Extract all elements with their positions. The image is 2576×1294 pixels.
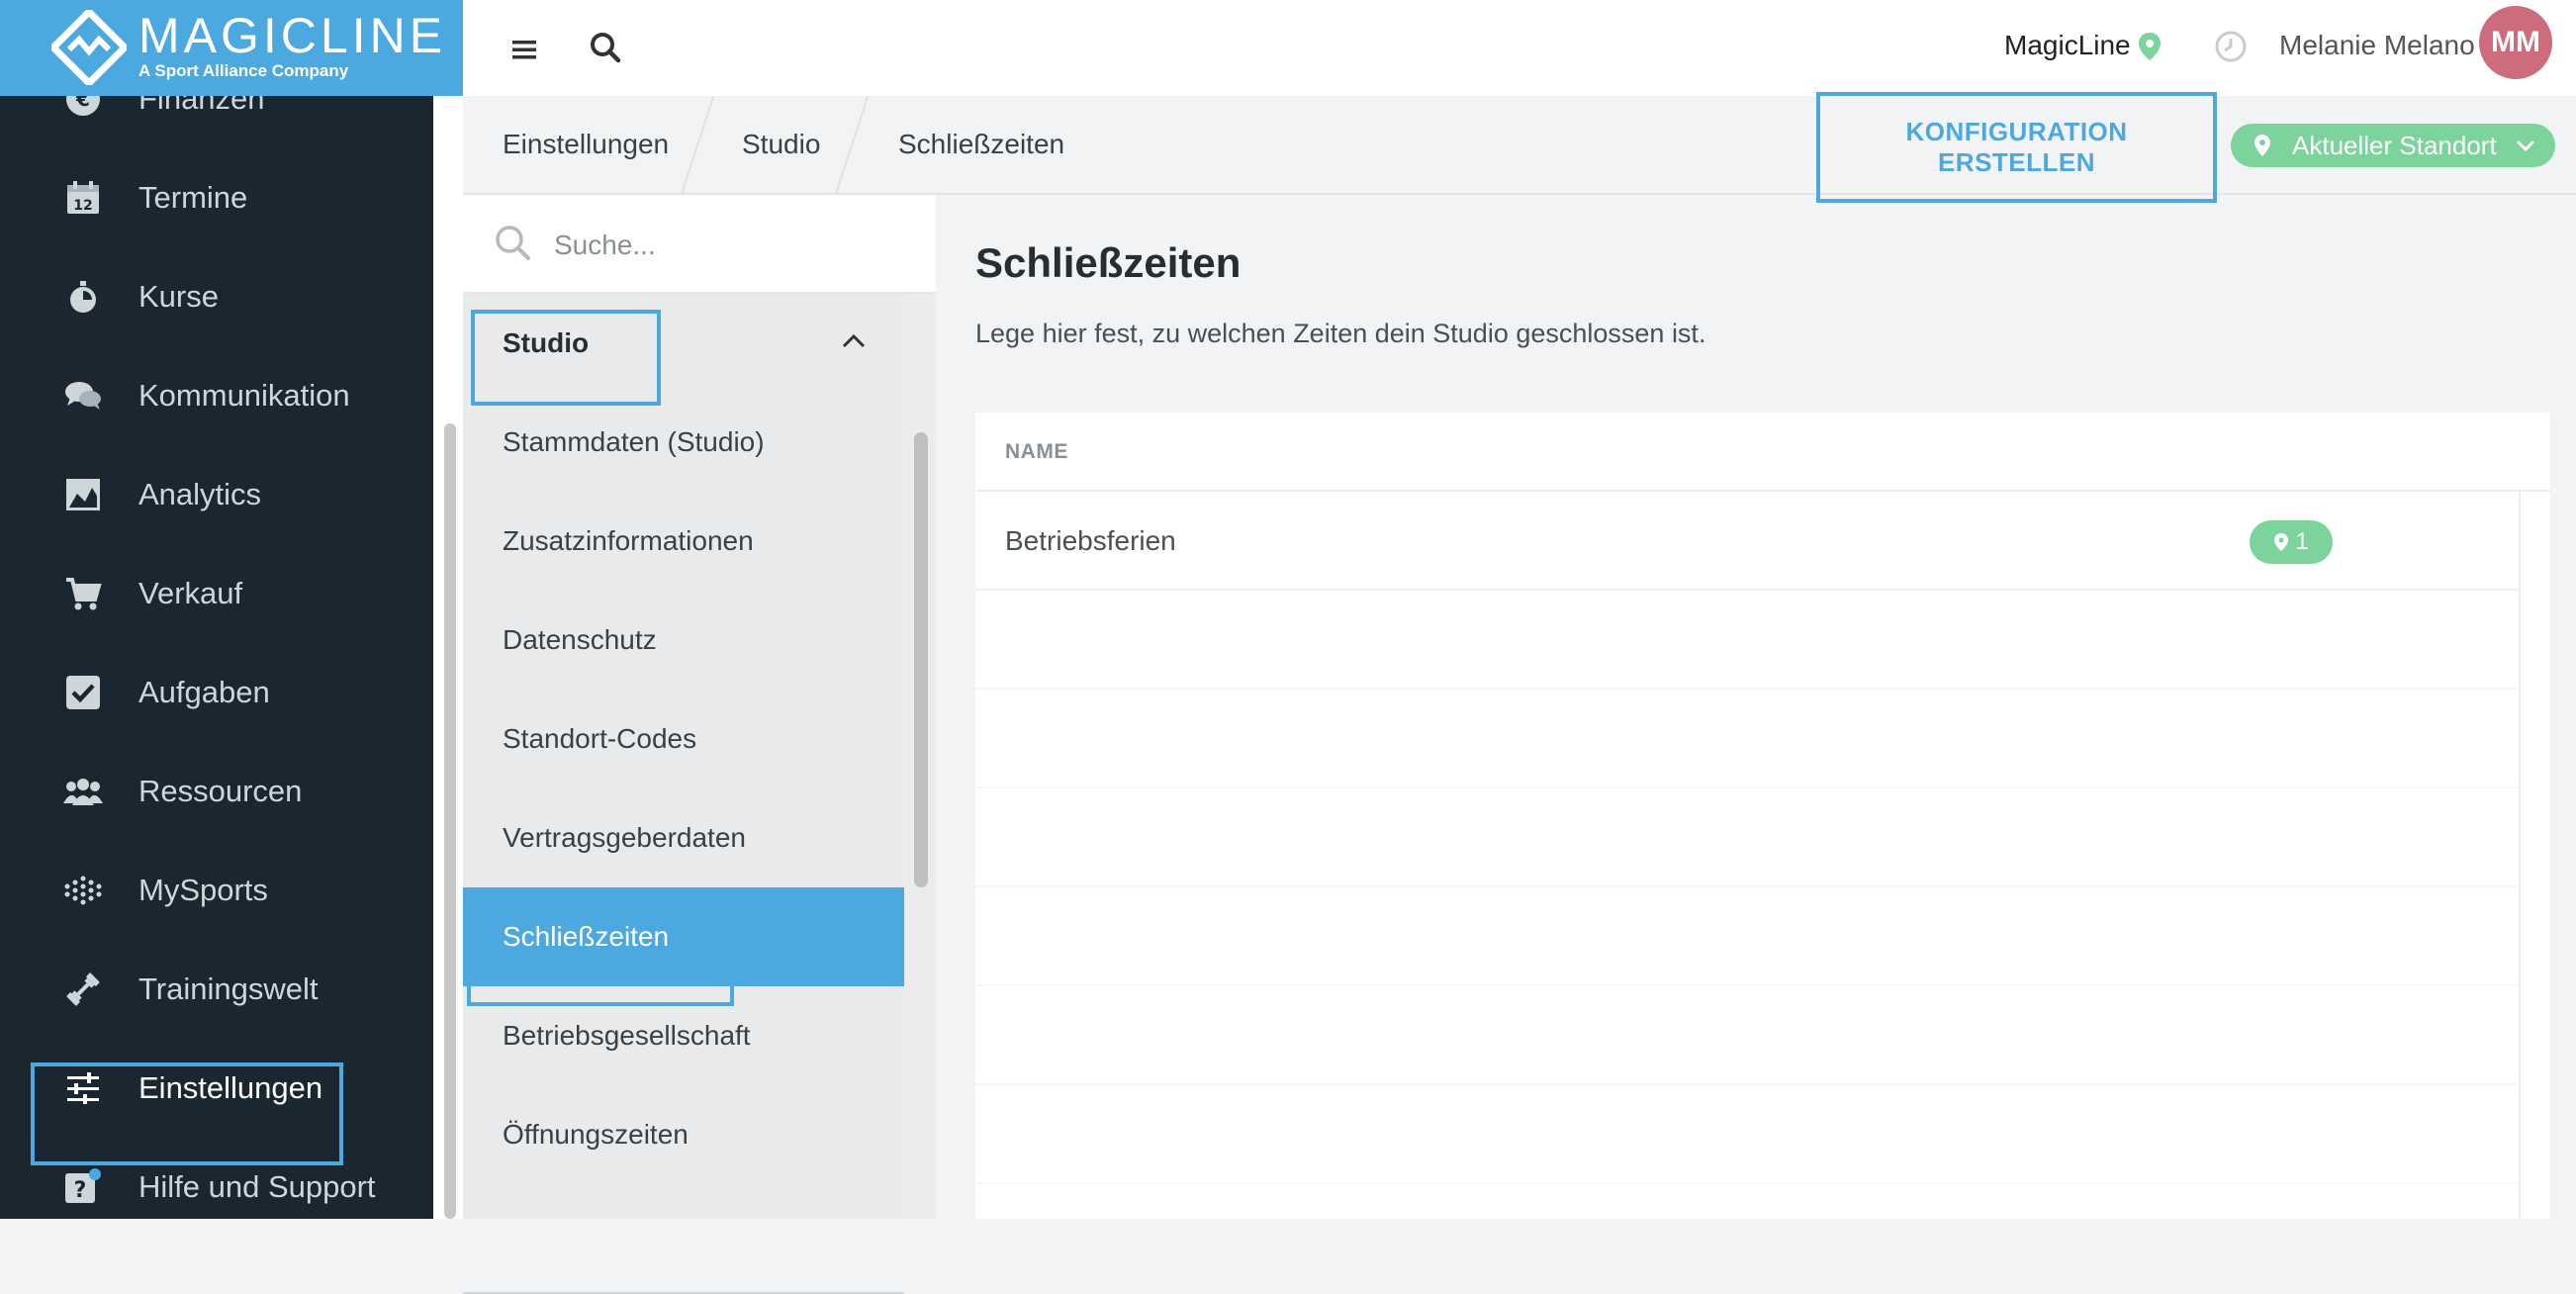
subnav-item-standort-codes[interactable]: Standort-Codes xyxy=(463,690,904,788)
chat-icon xyxy=(63,376,103,416)
chevron-down-icon xyxy=(2516,139,2534,152)
breadcrumb-item-current: Schließzeiten xyxy=(898,129,1065,159)
checkbox-icon xyxy=(63,673,103,712)
sidebar-item-mysports[interactable]: MySports xyxy=(0,841,433,940)
location-select-label: Aktueller Standort xyxy=(2292,130,2497,160)
brand-name: MAGICLINE xyxy=(138,8,447,63)
page-description: Lege hier fest, zu welchen Zeiten dein S… xyxy=(975,319,1706,348)
avatar[interactable]: MM xyxy=(2479,6,2552,79)
location-pin-icon xyxy=(2254,135,2270,156)
sidebar-item-label: Finanzen xyxy=(138,96,265,116)
svg-text:12: 12 xyxy=(73,198,92,214)
settings-subnav-list: Studio Stammdaten (Studio) Zusatzinforma… xyxy=(463,294,904,1294)
chart-image-icon xyxy=(63,475,103,514)
location-count-badge[interactable]: 1 xyxy=(2250,520,2333,564)
settings-search xyxy=(463,195,936,294)
sidebar-item-label: Ressourcen xyxy=(138,774,303,808)
empty-row xyxy=(975,887,2519,986)
euro-icon: € xyxy=(63,96,103,119)
empty-row xyxy=(975,788,2519,887)
location-count: 1 xyxy=(2295,528,2309,555)
calendar-icon: 12 xyxy=(63,178,103,218)
sidebar-scroll-thumb[interactable] xyxy=(444,423,456,1219)
sidebar-item-label: Hilfe und Support xyxy=(138,1169,376,1204)
hamburger-menu-icon[interactable] xyxy=(503,28,546,71)
sidebar-item-aufgaben[interactable]: Aufgaben xyxy=(0,643,433,742)
stopwatch-icon xyxy=(63,277,103,317)
closing-times-table: NAME Betriebsferien 1 xyxy=(975,413,2550,1219)
location-select[interactable]: Aktueller Standort xyxy=(2231,124,2555,167)
subnav-item-vertragsgeberdaten[interactable]: Vertragsgeberdaten xyxy=(463,788,904,887)
group-highlight-frame xyxy=(471,310,661,406)
breadcrumb-separator xyxy=(680,96,715,195)
location-pin-icon xyxy=(2139,33,2161,60)
sidebar-item-kommunikation[interactable]: Kommunikation xyxy=(0,346,433,445)
sidebar-item-label: Termine xyxy=(138,180,248,215)
sidebar-item-label: Kurse xyxy=(138,279,219,314)
sidebar-item-ressourcen[interactable]: Ressourcen xyxy=(0,742,433,841)
settings-search-input[interactable] xyxy=(552,223,912,268)
brand-header[interactable]: MAGICLINE A Sport Alliance Company xyxy=(0,0,463,96)
current-studio-name[interactable]: MagicLine xyxy=(2004,30,2131,61)
create-configuration-button[interactable]: KONFIGURATION ERSTELLEN xyxy=(1816,92,2217,203)
sidebar-item-label: Analytics xyxy=(138,477,262,511)
help-icon: ? xyxy=(63,1167,103,1207)
sidebar-item-trainingswelt[interactable]: Trainingswelt xyxy=(0,940,433,1039)
sidebar-item-termine[interactable]: 12 Termine xyxy=(0,148,433,247)
subnav-item-datenschutz[interactable]: Datenschutz xyxy=(463,591,904,690)
sidebar-item-analytics[interactable]: Analytics xyxy=(0,445,433,544)
magicline-logo-icon xyxy=(51,10,127,85)
sidebar-item-verkauf[interactable]: Verkauf xyxy=(0,544,433,643)
table-header: NAME xyxy=(975,413,2550,492)
selected-item-highlight-frame xyxy=(467,887,734,1006)
empty-row xyxy=(975,690,2519,788)
dots-grid-icon xyxy=(63,871,103,910)
empty-row xyxy=(975,591,2519,690)
sidebar-item-label: MySports xyxy=(138,873,268,907)
breadcrumb-separator xyxy=(834,96,870,195)
breadcrumb-item-studio[interactable]: Studio xyxy=(742,129,820,160)
breadcrumb-item-einstellungen[interactable]: Einstellungen xyxy=(503,129,669,160)
table-row[interactable]: Betriebsferien 1 xyxy=(975,492,2519,591)
column-header-name[interactable]: NAME xyxy=(1005,440,1068,464)
sidebar-item-label: Aufgaben xyxy=(138,675,270,709)
sidebar-item-label: Trainingswelt xyxy=(138,971,319,1006)
subnav-scroll-thumb[interactable] xyxy=(914,432,928,887)
clock-icon[interactable] xyxy=(2214,30,2248,63)
dumbbell-icon xyxy=(63,970,103,1009)
subnav-item-stammdaten[interactable]: Stammdaten (Studio) xyxy=(463,393,904,492)
page-title: Schließzeiten xyxy=(975,239,1242,286)
top-bar: MagicLine Melanie Melano MM xyxy=(463,0,2576,96)
svg-text:€: € xyxy=(75,96,90,111)
user-name[interactable]: Melanie Melano xyxy=(2279,30,2475,61)
chevron-up-icon xyxy=(842,333,866,348)
active-item-highlight xyxy=(31,1063,343,1165)
subnav-item-oeffnungszeiten[interactable]: Öffnungszeiten xyxy=(463,1085,904,1184)
subnav-item-zusatzinformationen[interactable]: Zusatzinformationen xyxy=(463,492,904,591)
cart-icon xyxy=(63,574,103,613)
location-pin-icon xyxy=(2274,533,2289,551)
search-icon[interactable] xyxy=(584,26,627,69)
svg-text:?: ? xyxy=(74,1178,87,1203)
people-icon xyxy=(63,772,103,811)
table-scroll-edge xyxy=(2519,492,2521,1219)
search-icon xyxy=(496,226,530,260)
sidebar-item-finanzen[interactable]: € Finanzen xyxy=(0,96,433,148)
sidebar-item-label: Kommunikation xyxy=(138,378,350,413)
sidebar-item-label: Verkauf xyxy=(138,576,243,610)
brand-tagline: A Sport Alliance Company xyxy=(138,61,349,80)
sidebar-item-kurse[interactable]: Kurse xyxy=(0,247,433,346)
row-name: Betriebsferien xyxy=(1005,525,1176,556)
sidebar: € Finanzen 12 Termine Kurse Kommunikatio… xyxy=(0,96,433,1219)
empty-row xyxy=(975,986,2519,1085)
empty-row xyxy=(975,1085,2519,1184)
breadcrumb: Einstellungen Studio Schließzeiten KONFI… xyxy=(463,92,2576,203)
